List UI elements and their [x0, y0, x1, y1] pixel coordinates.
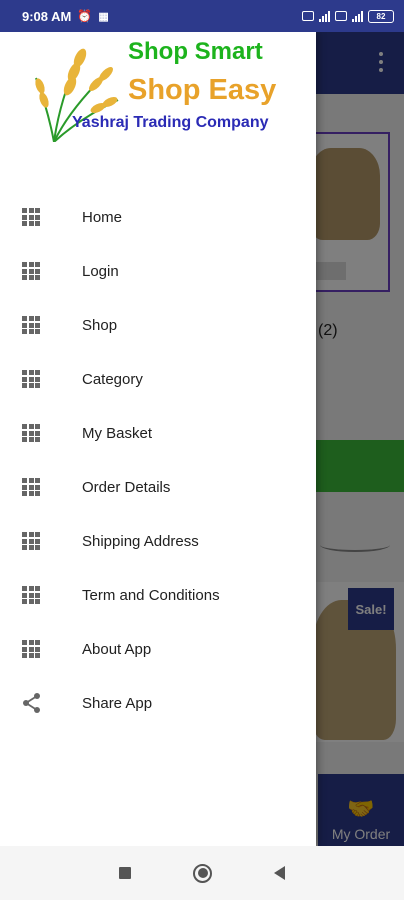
grid-icon: [22, 370, 40, 388]
signal-icon: [352, 10, 363, 22]
grid-icon: [22, 532, 40, 550]
menu-item-label: Home: [82, 208, 123, 226]
menu-item-about-app[interactable]: About App: [0, 622, 316, 676]
alarm-icon: ⏰: [77, 9, 93, 23]
menu-item-label: My Basket: [82, 424, 153, 442]
navigation-drawer: Shop Smart Shop Easy Yashraj Trading Com…: [0, 32, 316, 846]
menu-item-my-basket[interactable]: My Basket: [0, 406, 316, 460]
menu-item-label: Shop: [82, 316, 118, 334]
media-icon: ▦: [98, 10, 109, 23]
grid-icon: [22, 424, 40, 442]
logo-text-line3: Yashraj Trading Company: [72, 114, 269, 131]
menu-item-shipping-address[interactable]: Shipping Address: [0, 514, 316, 568]
menu-item-category[interactable]: Category: [0, 352, 316, 406]
grid-icon: [22, 262, 40, 280]
menu-item-label: Order Details: [82, 478, 171, 496]
back-button[interactable]: [274, 866, 285, 880]
system-nav-bar: [0, 846, 404, 900]
menu-item-label: Category: [82, 370, 143, 388]
grid-icon: [22, 316, 40, 334]
menu-item-label: Login: [82, 262, 119, 280]
menu-item-shop[interactable]: Shop: [0, 298, 316, 352]
menu-item-label: About App: [82, 640, 152, 658]
battery-icon: 82: [368, 9, 394, 23]
menu-item-home[interactable]: Home: [0, 190, 316, 244]
battery-level: 82: [376, 11, 386, 21]
logo-text-line1: Shop Smart: [128, 38, 263, 65]
drawer-header: Shop Smart Shop Easy Yashraj Trading Com…: [0, 32, 316, 142]
menu-item-label: Shipping Address: [82, 532, 199, 550]
recent-apps-button[interactable]: [119, 867, 131, 879]
menu-item-label: Term and Conditions: [82, 586, 220, 604]
logo-text-line2: Shop Easy: [128, 74, 277, 106]
drawer-menu: Home Login Shop Category My Basket Order…: [0, 190, 316, 730]
grid-icon: [22, 586, 40, 604]
menu-item-order-details[interactable]: Order Details: [0, 460, 316, 514]
grid-icon: [22, 208, 40, 226]
menu-item-share-app[interactable]: Share App: [0, 676, 316, 730]
grid-icon: [22, 640, 40, 658]
signal-icon: [319, 10, 330, 22]
share-icon: [23, 693, 40, 713]
sim-icon: [302, 11, 314, 21]
grid-icon: [22, 478, 40, 496]
sim-icon: [335, 11, 347, 21]
status-bar: 9:08 AM ⏰ ▦ 82: [0, 0, 404, 32]
home-button[interactable]: [193, 863, 212, 883]
menu-item-terms[interactable]: Term and Conditions: [0, 568, 316, 622]
menu-item-login[interactable]: Login: [0, 244, 316, 298]
menu-item-label: Share App: [82, 694, 153, 712]
status-time: 9:08 AM: [22, 8, 72, 24]
